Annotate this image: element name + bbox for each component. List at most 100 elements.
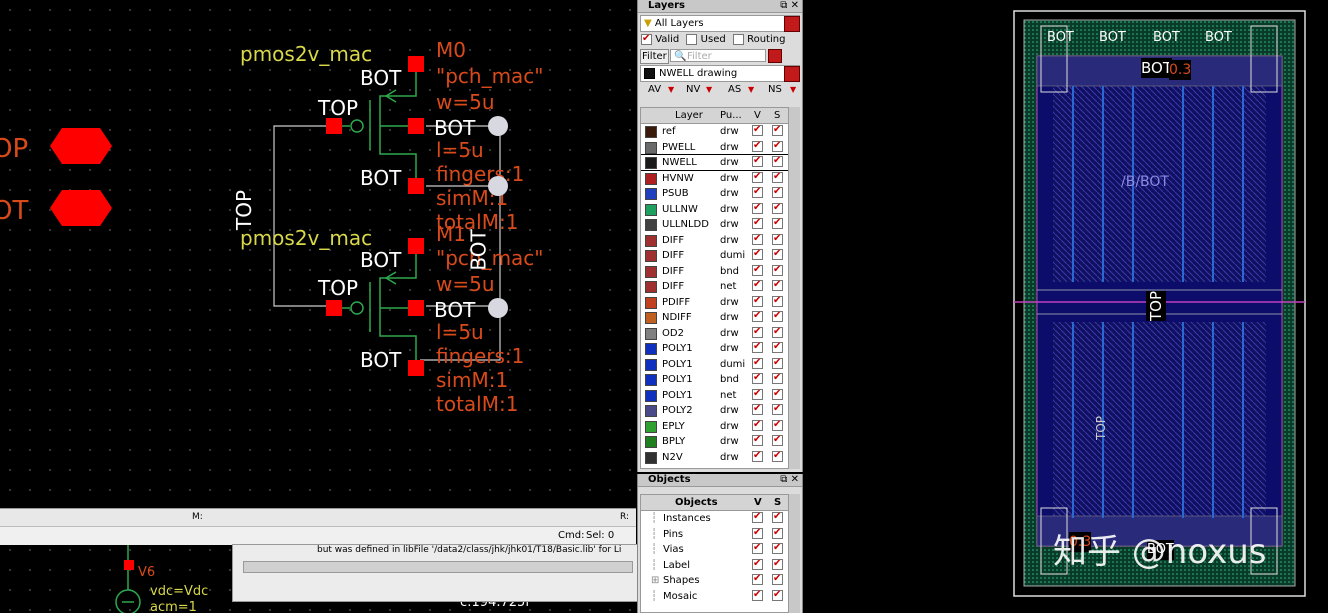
layer-selectable-checkbox[interactable]: [772, 184, 783, 199]
panel-controls[interactable]: ⧉ ✕: [780, 0, 799, 12]
layer-selectable-checkbox[interactable]: [772, 231, 783, 246]
col-s[interactable]: S: [774, 495, 781, 510]
tab-ns[interactable]: NS: [768, 82, 782, 98]
layer-selectable-checkbox[interactable]: [772, 339, 783, 354]
layer-selectable-checkbox[interactable]: [772, 246, 783, 261]
layer-row[interactable]: ULLNLDD drw: [641, 215, 789, 232]
layer-row[interactable]: POLY1 drw: [641, 339, 789, 356]
object-row[interactable]: ┆ Instances: [641, 509, 789, 526]
pin-square[interactable]: [408, 238, 424, 254]
layer-filter-select[interactable]: ▼ All Layers: [640, 15, 800, 32]
layer-visible-checkbox[interactable]: [752, 184, 763, 199]
filter-button[interactable]: Filter: [640, 49, 669, 64]
pin-square[interactable]: [408, 300, 424, 316]
layer-selectable-checkbox[interactable]: [772, 122, 783, 137]
chevron-down-icon[interactable]: ▼: [668, 82, 674, 98]
dropdown-arrow-icon[interactable]: [784, 16, 800, 32]
object-row[interactable]: ⊞ Shapes: [641, 571, 789, 588]
layer-row[interactable]: NDIFF drw: [641, 308, 789, 325]
layer-visible-checkbox[interactable]: [752, 432, 763, 447]
layer-visible-checkbox[interactable]: [752, 370, 763, 385]
pin-square[interactable]: [408, 56, 424, 72]
layer-visible-checkbox[interactable]: [752, 355, 763, 370]
log-window[interactable]: but was defined in libFile '/data2/class…: [232, 544, 638, 602]
used-checkbox[interactable]: [686, 33, 698, 45]
layer-visible-checkbox[interactable]: [752, 448, 763, 463]
layer-visible-checkbox[interactable]: [752, 308, 763, 323]
current-layer-select[interactable]: NWELL drawing: [640, 65, 800, 82]
layer-selectable-checkbox[interactable]: [772, 324, 783, 339]
layer-selectable-checkbox[interactable]: [772, 417, 783, 432]
layer-row[interactable]: POLY1 bnd: [641, 370, 789, 387]
layer-visible-checkbox[interactable]: [752, 386, 763, 401]
layer-visible-checkbox[interactable]: [752, 200, 763, 215]
pin-square[interactable]: [124, 560, 134, 570]
object-visible-checkbox[interactable]: [752, 525, 763, 540]
object-selectable-checkbox[interactable]: [772, 556, 783, 571]
col-layer[interactable]: Layer: [675, 108, 703, 123]
dropdown-arrow-icon[interactable]: [784, 66, 800, 82]
layer-visible-checkbox[interactable]: [752, 246, 763, 261]
layer-row[interactable]: OD2 drw: [641, 324, 789, 341]
layer-visible-checkbox[interactable]: [752, 277, 763, 292]
filter-options-icon[interactable]: [768, 49, 782, 63]
layer-selectable-checkbox[interactable]: [772, 355, 783, 370]
layer-row[interactable]: DIFF bnd: [641, 262, 789, 279]
chevron-down-icon[interactable]: ▼: [748, 82, 754, 98]
col-v[interactable]: V: [754, 108, 761, 123]
layer-selectable-checkbox[interactable]: [772, 215, 783, 230]
layer-row[interactable]: PSUB drw: [641, 184, 789, 201]
layer-row[interactable]: DIFF dumi: [641, 246, 789, 263]
layer-selectable-checkbox[interactable]: [772, 262, 783, 277]
pin-square[interactable]: [408, 178, 424, 194]
object-row[interactable]: ┆ Mosaic: [641, 587, 789, 604]
object-row[interactable]: ┆ Vias: [641, 540, 789, 557]
object-row[interactable]: ┆ Label: [641, 556, 789, 573]
layer-selectable-checkbox[interactable]: [772, 370, 783, 385]
command-line[interactable]: Cmd: Sel: 0: [0, 526, 636, 545]
layer-selectable-checkbox[interactable]: [772, 200, 783, 215]
objects-table-scrollbar[interactable]: [788, 494, 800, 613]
tab-as[interactable]: AS: [728, 82, 741, 98]
layer-row[interactable]: BPLY drw: [641, 432, 789, 449]
layer-visible-checkbox[interactable]: [752, 122, 763, 137]
tab-nv[interactable]: NV: [686, 82, 700, 98]
object-visible-checkbox[interactable]: [752, 587, 763, 602]
layer-row[interactable]: NWELL drw: [641, 153, 789, 171]
layer-row[interactable]: POLY2 drw: [641, 401, 789, 418]
layer-row[interactable]: EPLY drw: [641, 417, 789, 434]
object-visible-checkbox[interactable]: [752, 571, 763, 586]
object-selectable-checkbox[interactable]: [772, 525, 783, 540]
layer-selectable-checkbox[interactable]: [772, 138, 783, 153]
object-selectable-checkbox[interactable]: [772, 509, 783, 524]
layer-visible-checkbox[interactable]: [752, 417, 763, 432]
layer-selectable-checkbox[interactable]: [772, 153, 783, 168]
routing-checkbox[interactable]: [732, 33, 744, 45]
layer-row[interactable]: HVNW drw: [641, 169, 789, 186]
layer-row[interactable]: N2V drw: [641, 448, 789, 465]
chevron-down-icon[interactable]: ▼: [790, 82, 796, 98]
pin-square[interactable]: [408, 360, 424, 376]
layer-row[interactable]: PWELL drw: [641, 138, 789, 155]
col-purpose[interactable]: Pu...: [720, 108, 742, 123]
layer-selectable-checkbox[interactable]: [772, 448, 783, 463]
log-scrollbar[interactable]: [243, 561, 633, 573]
object-selectable-checkbox[interactable]: [772, 587, 783, 602]
layer-visible-checkbox[interactable]: [752, 138, 763, 153]
tab-av[interactable]: AV: [648, 82, 661, 98]
pin-square[interactable]: [326, 300, 342, 316]
layer-row[interactable]: PDIFF drw: [641, 293, 789, 310]
layer-visible-checkbox[interactable]: [752, 215, 763, 230]
pin-square[interactable]: [326, 118, 342, 134]
col-v[interactable]: V: [754, 495, 762, 510]
layer-visible-checkbox[interactable]: [752, 231, 763, 246]
layer-selectable-checkbox[interactable]: [772, 169, 783, 184]
layer-row[interactable]: DIFF net: [641, 277, 789, 294]
layer-row[interactable]: POLY1 dumi: [641, 355, 789, 372]
layer-visible-checkbox[interactable]: [752, 339, 763, 354]
object-visible-checkbox[interactable]: [752, 540, 763, 555]
valid-checkbox[interactable]: [641, 31, 652, 47]
layer-visible-checkbox[interactable]: [752, 153, 763, 168]
layer-visible-checkbox[interactable]: [752, 169, 763, 184]
layer-visible-checkbox[interactable]: [752, 262, 763, 277]
